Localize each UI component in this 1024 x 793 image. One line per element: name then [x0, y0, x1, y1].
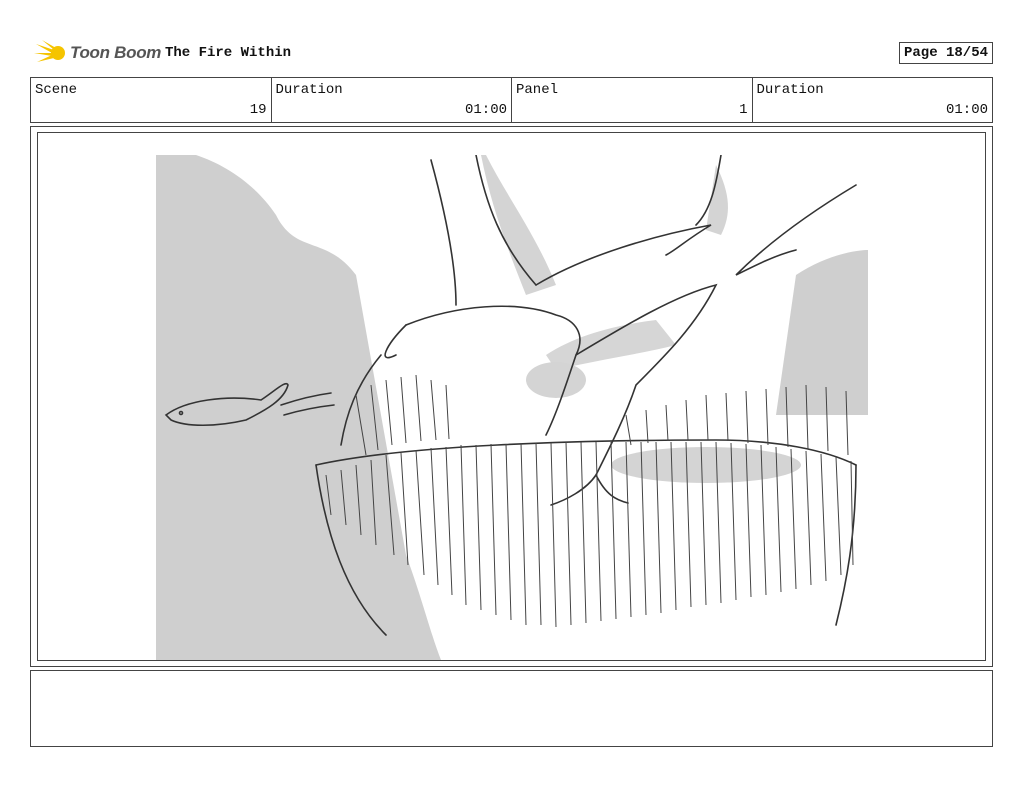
panel-label: Panel	[516, 82, 559, 98]
scene-duration-cell: Duration 01:00	[272, 78, 512, 122]
scene-label: Scene	[35, 82, 78, 98]
panel-notes	[30, 670, 993, 747]
toon-boom-logo-icon	[34, 40, 65, 62]
panel-duration-label: Duration	[756, 82, 824, 98]
storyboard-header: Toon Boom The Fire Within Page 18/54	[30, 36, 993, 70]
scene-info-row: Scene 19 Duration 01:00 Panel 1 Duration…	[30, 77, 993, 123]
project-title: The Fire Within	[165, 45, 292, 61]
panel-duration-cell: Duration 01:00	[753, 78, 993, 122]
panel-value: 1	[739, 102, 748, 118]
scene-duration-label: Duration	[275, 82, 343, 98]
panel-cell: Panel 1	[512, 78, 753, 122]
panel-image-area	[37, 132, 986, 661]
toon-boom-logo: Toon Boom	[34, 38, 164, 68]
storyboard-sketch	[156, 155, 868, 660]
scene-cell: Scene 19	[31, 78, 272, 122]
logo-text: Toon Boom	[70, 43, 162, 62]
scene-value: 19	[249, 102, 267, 118]
panel-duration-value: 01:00	[945, 102, 988, 118]
scene-duration-value: 01:00	[464, 102, 507, 118]
page-number: Page 18/54	[898, 42, 993, 64]
panel-frame	[30, 126, 993, 667]
